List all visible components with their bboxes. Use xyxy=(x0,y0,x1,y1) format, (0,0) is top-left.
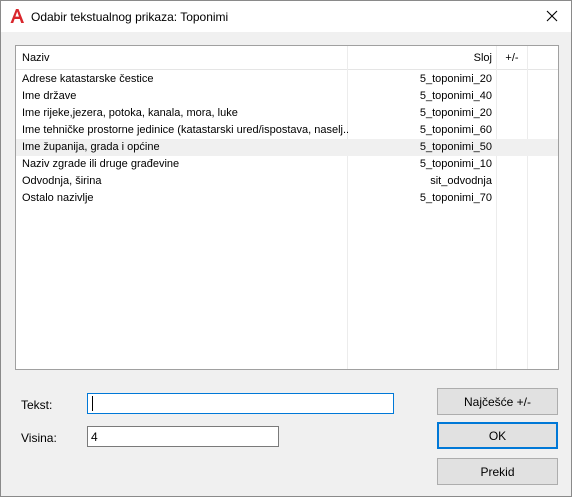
toponimi-list[interactable]: Naziv Sloj +/- Adrese katastarske čestic… xyxy=(15,45,559,370)
header-naziv[interactable]: Naziv xyxy=(22,46,342,70)
cell-pm xyxy=(497,105,527,122)
cell-pm xyxy=(497,190,527,207)
header-plus-minus[interactable]: +/- xyxy=(497,46,527,70)
text-caret xyxy=(92,396,93,411)
table-row[interactable]: Odvodnja, širina sit_odvodnja xyxy=(16,173,558,190)
visina-input[interactable] xyxy=(87,426,279,447)
table-row[interactable]: Adrese katastarske čestice 5_toponimi_20 xyxy=(16,71,558,88)
cell-sloj: 5_toponimi_20 xyxy=(419,107,492,119)
cell-naziv: Naziv zgrade ili druge građevine xyxy=(22,158,180,170)
cell-pm xyxy=(497,139,527,156)
cell-sloj: 5_toponimi_60 xyxy=(419,124,492,136)
autocad-a-icon xyxy=(9,8,25,24)
tekst-input[interactable] xyxy=(87,393,394,414)
table-row[interactable]: Ime tehničke prostorne jedinice (katasta… xyxy=(16,122,558,139)
list-rows: Adrese katastarske čestice 5_toponimi_20 I… xyxy=(16,71,558,207)
cell-naziv: Ime županija, grada i općine xyxy=(22,141,160,153)
cell-sloj: 5_toponimi_70 xyxy=(419,192,492,204)
window-title: Odabir tekstualnog prikaza: Toponimi xyxy=(31,10,229,24)
najcesce-button[interactable]: Najčešće +/- xyxy=(437,388,558,415)
cell-sloj: 5_toponimi_10 xyxy=(419,158,492,170)
cell-naziv: Ostalo nazivlje xyxy=(22,192,94,204)
dialog-window: Odabir tekstualnog prikaza: Toponimi Naz… xyxy=(0,0,572,497)
cell-sloj: sit_odvodnja xyxy=(430,175,492,187)
header-sloj[interactable]: Sloj xyxy=(348,46,492,70)
visina-label: Visina: xyxy=(21,431,57,445)
prekid-button[interactable]: Prekid xyxy=(437,458,558,485)
table-row[interactable]: Naziv zgrade ili druge građevine 5_toponi… xyxy=(16,156,558,173)
cell-naziv: Ime države xyxy=(22,90,77,102)
cell-sloj: 5_toponimi_50 xyxy=(419,141,492,153)
cell-pm xyxy=(497,88,527,105)
close-button[interactable] xyxy=(533,1,571,31)
list-header: Naziv Sloj +/- xyxy=(16,46,558,70)
table-row[interactable]: Ostalo nazivlje 5_toponimi_70 xyxy=(16,190,558,207)
cell-naziv: Ime tehničke prostorne jedinice (katasta… xyxy=(22,124,348,136)
cell-pm xyxy=(497,173,527,190)
tekst-label: Tekst: xyxy=(21,398,53,412)
table-row[interactable]: Ime države 5_toponimi_40 xyxy=(16,88,558,105)
close-icon xyxy=(546,10,558,22)
cell-pm xyxy=(497,71,527,88)
cell-naziv: Ime rijeke,jezera, potoka, kanala, mora,… xyxy=(22,107,238,119)
table-row[interactable]: Ime rijeke,jezera, potoka, kanala, mora,… xyxy=(16,105,558,122)
cell-pm xyxy=(497,122,527,139)
title-bar: Odabir tekstualnog prikaza: Toponimi xyxy=(1,1,571,32)
cell-naziv: Adrese katastarske čestice xyxy=(22,73,154,85)
table-row[interactable]: Ime županija, grada i općine 5_toponimi_5… xyxy=(16,139,558,156)
cell-pm xyxy=(497,156,527,173)
ok-button[interactable]: OK xyxy=(437,422,558,449)
cell-sloj: 5_toponimi_20 xyxy=(419,73,492,85)
cell-sloj: 5_toponimi_40 xyxy=(419,90,492,102)
cell-naziv: Odvodnja, širina xyxy=(22,175,102,187)
